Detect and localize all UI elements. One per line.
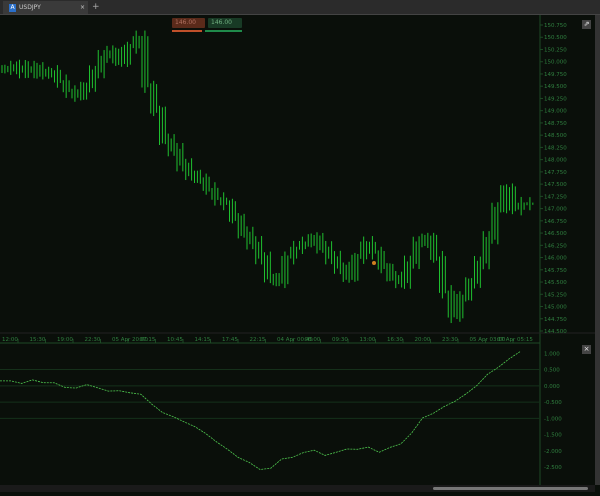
time-tick-label: 07:15 [140,337,156,343]
price-tick-label: 144.500 [544,329,567,335]
buy-underline [205,30,242,32]
price-tick-label: 147.500 [544,182,567,188]
time-tick-label: 23:30 [442,337,458,343]
price-tick-label: 146.750 [544,219,567,225]
indicator-tick-label: -2.500 [544,465,562,471]
chart-area[interactable]: 150.750 150.500 150.250 150.000 149.750 149.5… [0,15,600,492]
tab-usdjpy[interactable]: A USDJPY × [3,1,88,14]
time-tick-label: 07 Apr 05:15 [497,337,533,343]
price-tick-label: 145.250 [544,292,567,298]
price-tick-label: 148.000 [544,158,567,164]
indicator-tick-label: -2.000 [544,449,562,455]
price-tick-label: 144.750 [544,317,567,323]
price-tick-label: 150.250 [544,47,567,53]
indicator-tick-label: 0.000 [544,384,560,390]
price-tick-label: 145.750 [544,268,567,274]
price-tick-label: 149.000 [544,109,567,115]
indicator-tick-label: -1.500 [544,433,562,439]
time-tick-label: 22:15 [250,337,266,343]
scroll-thumb[interactable] [433,487,588,490]
time-tick-label: 16:30 [387,337,403,343]
time-tick-label: 13:00 [360,337,376,343]
close-icon[interactable]: × [80,4,85,11]
price-tick-label: 147.750 [544,170,567,176]
price-tick-label: 149.750 [544,72,567,78]
time-tick-label: 15:30 [30,337,46,343]
time-tick-label: 14:15 [195,337,211,343]
price-tick-label: 148.500 [544,133,567,139]
time-tick-label: 20:00 [415,337,431,343]
chart-svg[interactable]: 150.750 150.500 150.250 150.000 149.750 149.5… [0,15,600,492]
indicator-tick-label: 0.500 [544,368,560,374]
price-tick-label: 148.750 [544,121,567,127]
time-tick-label: 09:30 [332,337,348,343]
add-tab-button[interactable]: + [92,2,100,12]
time-tick-label: 06:00 [305,337,321,343]
price-tick-label: 149.500 [544,84,567,90]
popout-icon[interactable]: ⇗ [582,20,591,29]
price-tick-label: 150.500 [544,35,567,41]
chart-icon: A [9,3,16,12]
horizontal-scrollbar[interactable] [0,485,595,492]
time-tick-label: 10:45 [167,337,183,343]
price-tick-label: 145.000 [544,305,567,311]
price-tick-label: 150.000 [544,60,567,66]
price-tick-label: 148.250 [544,145,567,151]
vertical-scrollbar[interactable] [595,15,600,485]
time-tick-label: 17:45 [222,337,238,343]
sell-underline [172,30,202,32]
indicator-tick-label: -0.500 [544,400,562,406]
price-tick-label: 146.500 [544,231,567,237]
tab-label: USDJPY [19,4,41,11]
price-tick-label: 147.250 [544,194,567,200]
price-tick-label: 147.000 [544,207,567,213]
time-tick-label: 12:00 [2,337,18,343]
tab-bar: A USDJPY × + [0,0,600,15]
indicator-tick-label: 1.000 [544,351,560,357]
price-tick-label: 149.250 [544,96,567,102]
close-indicator-icon[interactable]: × [582,345,591,354]
price-tick-label: 145.500 [544,280,567,286]
indicator-tick-label: -1.000 [544,416,562,422]
price-tick-label: 150.750 [544,23,567,29]
time-tick-label: 19:00 [57,337,73,343]
price-tick-label: 146.250 [544,243,567,249]
buy-button[interactable]: 146.00 [208,18,242,28]
trade-marker [372,261,376,265]
time-tick-label: 22:30 [85,337,101,343]
price-tick-label: 146.000 [544,256,567,262]
sell-button[interactable]: 146.00 [172,18,205,28]
